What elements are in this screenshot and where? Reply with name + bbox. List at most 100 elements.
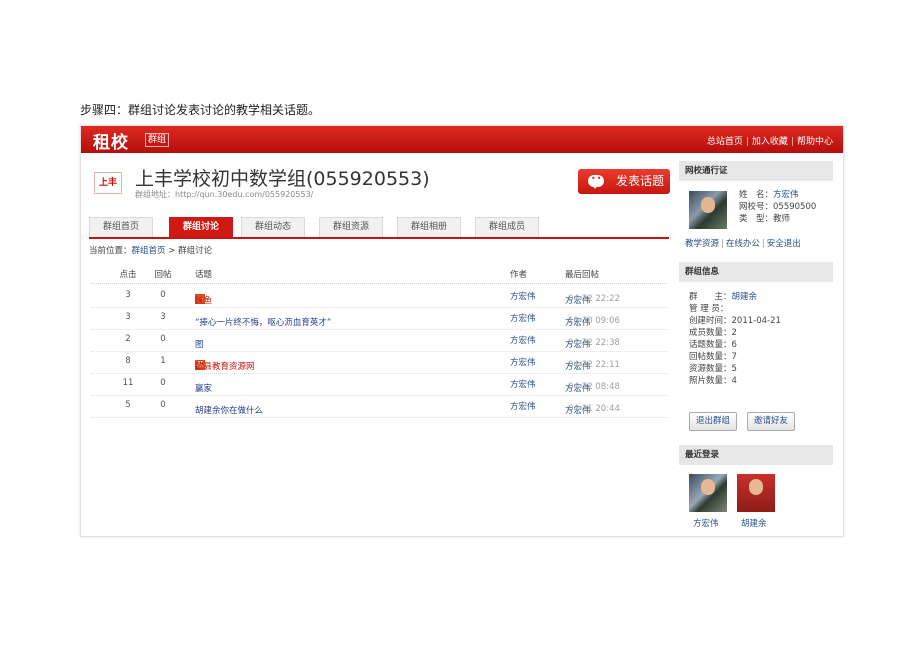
topic-link[interactable]: 鳄鱼 xyxy=(195,294,212,306)
group-logo: 上丰 xyxy=(94,172,122,194)
chat-dots-icon: ••• xyxy=(591,174,609,183)
bookmark-link[interactable]: 加入收藏 xyxy=(752,137,788,147)
tab-group-activity[interactable]: 群组动态 xyxy=(241,217,305,237)
breadcrumb-home[interactable]: 群组首页 xyxy=(132,246,166,256)
recent-user-avatar[interactable] xyxy=(689,474,727,512)
help-link[interactable]: 帮助中心 xyxy=(797,137,833,147)
topic-link[interactable]: 胡建余你在做什么 xyxy=(195,404,263,416)
row-clicks: 11 xyxy=(122,378,134,388)
quit-group-button[interactable]: 退出群组 xyxy=(689,412,737,431)
quick-links: 教学资源 | 在线办公 | 安全退出 xyxy=(685,237,801,249)
row-author[interactable]: 方宏伟 xyxy=(510,378,536,390)
breadcrumb: 当前位置：群组首页 > 群组讨论 xyxy=(89,244,212,256)
separator: | xyxy=(761,239,765,249)
home-link[interactable]: 总站首页 xyxy=(707,137,743,147)
row-replies: 0 xyxy=(160,290,166,300)
row-replies: 3 xyxy=(160,312,166,322)
logout-link[interactable]: 安全退出 xyxy=(767,239,801,249)
recent-user-name[interactable]: 方宏伟 xyxy=(693,517,719,529)
topics-label: 话题数量： xyxy=(689,340,732,350)
header-author: 作者 xyxy=(510,270,528,280)
name-label: 姓 名： xyxy=(739,190,774,200)
online-office-link[interactable]: 在线办公 xyxy=(726,239,760,249)
row-replies: 0 xyxy=(160,334,166,344)
group-info-title: 群组信息 xyxy=(679,262,833,282)
breadcrumb-sep: > xyxy=(165,246,179,256)
topic-table-header: 点击 回帖 话题 作者 最后回帖 xyxy=(91,264,667,284)
header-topic: 话题 xyxy=(195,270,213,280)
post-topic-label: 发表话题 xyxy=(615,174,664,188)
row-author[interactable]: 方宏伟 xyxy=(510,312,536,324)
teaching-resources-link[interactable]: 教学资源 xyxy=(685,239,719,249)
topic-link[interactable]: 图 xyxy=(195,338,204,350)
replies-label: 回帖数量： xyxy=(689,352,732,362)
topic-count: 6 xyxy=(731,340,737,350)
row-replies: 0 xyxy=(160,400,166,410)
row-author[interactable]: 方宏伟 xyxy=(510,334,536,346)
group-info: 群 主：胡建余 管 理 员： 创建时间：2011-04-21 成员数量：2 话题… xyxy=(689,291,781,387)
header-last-reply: 最后回帖 xyxy=(565,270,600,280)
site-logo[interactable]: 租校 xyxy=(93,128,129,153)
row-clicks: 8 xyxy=(125,356,131,366)
row-author[interactable]: 方宏伟 xyxy=(510,290,536,302)
user-profile: 姓 名：方宏伟 网校号：05590500 类 型：教师 xyxy=(739,189,816,225)
breadcrumb-current: 群组讨论 xyxy=(178,246,213,256)
row-replies: 0 xyxy=(160,378,166,388)
tab-group-members[interactable]: 群组成员 xyxy=(475,217,539,237)
invite-friend-button[interactable]: 邀请好友 xyxy=(747,412,795,431)
group-title: 上丰学校初中数学组(055920553) xyxy=(135,168,430,190)
last-reply-time: 04-21 20:44 xyxy=(568,404,620,414)
recent-user-name[interactable]: 胡建余 xyxy=(741,517,767,529)
owner-label: 群 主： xyxy=(689,292,732,302)
user-avatar xyxy=(689,191,727,229)
reply-count: 7 xyxy=(731,352,737,362)
type-label: 类 型： xyxy=(739,214,774,224)
post-topic-button[interactable]: ••• 发表话题 xyxy=(578,169,670,194)
tab-group-home[interactable]: 群组首页 xyxy=(89,217,153,237)
row-author[interactable]: 方宏伟 xyxy=(510,356,536,368)
section-badge: 群组 xyxy=(145,133,170,147)
tab-group-discussion[interactable]: 群组讨论 xyxy=(169,217,233,237)
last-reply-time: 04-22 22:11 xyxy=(568,360,620,370)
topic-link[interactable]: “捧心一片终不悔，呕心沥血育英才” xyxy=(195,316,331,328)
topic-link[interactable]: 歙县教育资源网 xyxy=(195,360,255,372)
recent-login-title: 最近登录 xyxy=(679,445,833,465)
pass-panel-title: 网校通行证 xyxy=(679,161,833,181)
last-reply-time: 10-30 09:06 xyxy=(568,316,620,326)
resources-label: 资源数量： xyxy=(689,364,732,374)
recent-user-avatar[interactable] xyxy=(737,474,775,512)
header-clicks: 点击 xyxy=(119,270,137,280)
group-url-label: 群组地址： xyxy=(135,190,175,199)
table-row: 3 0 □ 鳄鱼 方宏伟 方宏伟 04-22 22:22 xyxy=(91,286,667,308)
separator: | xyxy=(745,137,749,147)
members-label: 成员数量： xyxy=(689,328,732,338)
row-author[interactable]: 方宏伟 xyxy=(510,400,536,412)
group-url-link[interactable]: http://qun.30edu.com/055920553/ xyxy=(175,190,313,199)
row-clicks: 2 xyxy=(125,334,131,344)
tab-group-album[interactable]: 群组相册 xyxy=(397,217,461,237)
table-row: 11 0 赢家 方宏伟 方宏伟 04-22 08:48 xyxy=(91,374,667,396)
member-count: 2 xyxy=(731,328,737,338)
group-owner[interactable]: 胡建余 xyxy=(732,292,758,302)
separator: | xyxy=(721,239,724,249)
tab-group-resources[interactable]: 群组资源 xyxy=(319,217,383,237)
table-row: 5 0 胡建余你在做什么 方宏伟 方宏伟 04-21 20:44 xyxy=(91,396,667,418)
photos-label: 照片数量： xyxy=(689,376,732,386)
header-replies: 回帖 xyxy=(154,270,172,280)
group-tabs: 群组首页 群组讨论 群组动态 群组资源 群组相册 群组成员 xyxy=(89,217,669,239)
table-row: 3 3 “捧心一片终不悔，呕心沥血育英才” 方宏伟 方宏伟 10-30 09:06 xyxy=(91,308,667,330)
row-clicks: 3 xyxy=(125,312,131,322)
id-label: 网校号： xyxy=(739,202,774,212)
group-url: 群组地址：http://qun.30edu.com/055920553/ xyxy=(135,189,313,200)
user-id: 05590500 xyxy=(773,202,817,212)
topic-link[interactable]: 赢家 xyxy=(195,382,212,394)
created-label: 创建时间： xyxy=(689,316,732,326)
last-reply-time: 04-22 08:48 xyxy=(568,382,620,392)
last-reply-time: 04-22 22:22 xyxy=(568,294,620,304)
top-nav-bar: 租校 群组 总站首页 | 加入收藏 | 帮助中心 xyxy=(81,126,843,153)
row-replies: 1 xyxy=(160,356,166,366)
separator: | xyxy=(790,137,794,147)
last-reply-time: 04-22 22:38 xyxy=(568,338,620,348)
step-caption: 步骤四：群组讨论发表讨论的教学相关话题。 xyxy=(80,103,321,117)
top-links: 总站首页 | 加入收藏 | 帮助中心 xyxy=(707,134,833,147)
